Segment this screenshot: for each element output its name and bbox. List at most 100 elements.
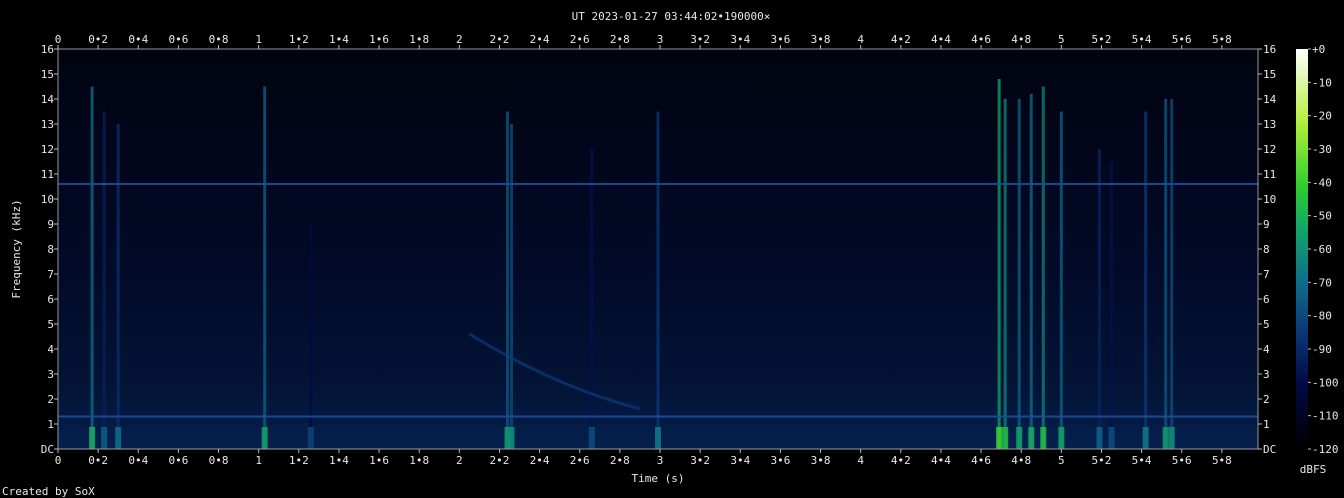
- impulse-streak: [1164, 99, 1168, 449]
- impulse-base: [508, 427, 515, 449]
- plot-area: [58, 49, 1258, 449]
- x-tick-label: 5•4: [1132, 454, 1152, 467]
- colorbar-tick-label: -30: [1312, 143, 1332, 156]
- credit-text: Created by SoX: [2, 485, 95, 498]
- x-tick-label: 1•2: [289, 454, 309, 467]
- impulse-streak: [116, 124, 120, 449]
- x-tick-label: 3•8: [811, 454, 831, 467]
- x-tick-label-top: 5•2: [1092, 33, 1112, 46]
- y-tick-label-right: 4: [1263, 343, 1270, 356]
- x-tick-label-top: 4•8: [1011, 33, 1031, 46]
- spectrogram-figure: UT 2023-01-27 03:44:02•190000× 0 0•2 0•4 0•…: [2, 10, 1339, 498]
- x-tick-label-top: 4: [857, 33, 864, 46]
- impulse-base: [1040, 427, 1047, 449]
- x-tick-label: 0•6: [168, 454, 188, 467]
- x-tick-label: 0•8: [209, 454, 229, 467]
- x-tick-label: 3: [657, 454, 664, 467]
- x-tick-label: 5•8: [1212, 454, 1232, 467]
- x-tick-label-top: 1•6: [369, 33, 389, 46]
- x-tick-label-top: 2•4: [530, 33, 550, 46]
- x-tick-label-top: 1•2: [289, 33, 309, 46]
- y-tick-label-right: 15: [1263, 68, 1276, 81]
- x-tick-label: 0: [55, 454, 62, 467]
- y-tick-label: 8: [47, 243, 54, 256]
- x-tick-label: 1: [255, 454, 262, 467]
- y-tick-label: 6: [47, 293, 54, 306]
- x-tick-label-top: 1•4: [329, 33, 349, 46]
- impulse-streak: [505, 111, 509, 449]
- impulse-streak: [1003, 99, 1007, 449]
- x-tick-label: 3•4: [730, 454, 750, 467]
- colorbar-tick-label: -80: [1312, 310, 1332, 323]
- x-axis-label: Time (s): [632, 472, 685, 485]
- y-tick-label: 12: [41, 143, 54, 156]
- x-tick-label-top: 4•4: [931, 33, 951, 46]
- x-tick-label-top: 5•8: [1212, 33, 1232, 46]
- impulse-base: [1096, 427, 1103, 449]
- colorbar-tick-label: -110: [1312, 410, 1339, 423]
- colorbar-ticks: +0 -10 -20 -30 -40 -50 -60 -70 -80 -90 -100 -110 -12…: [1308, 43, 1339, 456]
- y-tick-label: 2: [47, 393, 54, 406]
- y-tick-label: 1: [47, 418, 54, 431]
- y-tick-label: 9: [47, 218, 54, 231]
- x-tick-label: 4•8: [1011, 454, 1031, 467]
- x-tick-label: 2•4: [530, 454, 550, 467]
- y-tick-label-right: 5: [1263, 318, 1270, 331]
- colorbar-tick-label: -100: [1312, 376, 1339, 389]
- colorbar: +0 -10 -20 -30 -40 -50 -60 -70 -80 -90 -100 -110 -12…: [1296, 43, 1339, 476]
- x-tick-label-top: 0•8: [209, 33, 229, 46]
- impulse-streak: [656, 111, 660, 449]
- y-tick-label-right: DC: [1263, 443, 1276, 456]
- y-tick-label-right: 14: [1263, 93, 1277, 106]
- y-tick-label: 16: [41, 43, 54, 56]
- impulse-streak: [263, 86, 267, 449]
- colorbar-unit: dBFS: [1300, 463, 1327, 476]
- impulse-base: [1162, 427, 1169, 449]
- y-tick-label: 14: [41, 93, 55, 106]
- y-tick-label: DC: [41, 443, 54, 456]
- colorbar-tick-label: -40: [1312, 176, 1332, 189]
- x-tick-label-top: 5•4: [1132, 33, 1152, 46]
- impulse-streak: [1097, 149, 1101, 449]
- impulse-base: [307, 427, 314, 449]
- y-tick-label: 15: [41, 68, 54, 81]
- x-tick-label: 5•2: [1092, 454, 1112, 467]
- colorbar-tick-label: -20: [1312, 110, 1332, 123]
- x-tick-label: 1•4: [329, 454, 349, 467]
- x-tick-label-top: 1•8: [409, 33, 429, 46]
- impulse-base: [996, 427, 1003, 449]
- x-tick-label: 0•2: [88, 454, 108, 467]
- y-axis-left: DC12345678910111213141516: [41, 43, 58, 456]
- y-axis-label: Frequency (kHz): [10, 199, 23, 298]
- y-tick-label-right: 11: [1263, 168, 1276, 181]
- impulse-base: [261, 427, 268, 449]
- x-tick-label: 4•6: [971, 454, 991, 467]
- impulse-base: [1058, 427, 1065, 449]
- x-tick-label: 4•4: [931, 454, 951, 467]
- impulse-streak: [1144, 111, 1148, 449]
- y-tick-label-right: 1: [1263, 418, 1270, 431]
- x-tick-label: 2•8: [610, 454, 630, 467]
- x-tick-label-top: 5•6: [1172, 33, 1192, 46]
- y-tick-label: 10: [41, 193, 54, 206]
- y-tick-label-right: 9: [1263, 218, 1270, 231]
- x-tick-label: 1•6: [369, 454, 389, 467]
- x-tick-label-top: 3•6: [770, 33, 790, 46]
- x-tick-label-top: 4•2: [891, 33, 911, 46]
- y-tick-label: 11: [41, 168, 54, 181]
- y-tick-label-right: 13: [1263, 118, 1276, 131]
- x-axis-bottom: 0 0•2 0•4 0•6 0•8 1 1•2 1•4 1•6 1•8 2 2•2 2•4 2•6 2•8 3…: [55, 449, 1232, 467]
- impulse-base: [1168, 427, 1175, 449]
- x-tick-label-top: 3•4: [730, 33, 750, 46]
- colorbar-tick-label: -10: [1312, 76, 1332, 89]
- x-tick-label-top: 1: [255, 33, 262, 46]
- impulse-base: [1108, 427, 1115, 449]
- impulse-streak: [1170, 99, 1174, 449]
- y-tick-label: 13: [41, 118, 54, 131]
- x-tick-label: 3•2: [690, 454, 710, 467]
- y-tick-label-right: 10: [1263, 193, 1276, 206]
- colorbar-tick-label: -120: [1312, 443, 1339, 456]
- x-tick-label: 0•4: [128, 454, 148, 467]
- impulse-streak: [90, 86, 94, 449]
- colorbar-tick-label: -60: [1312, 243, 1332, 256]
